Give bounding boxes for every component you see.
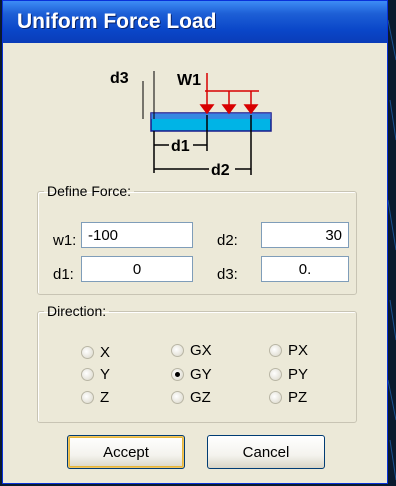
accept-button[interactable]: Accept [67, 435, 185, 469]
window-title: Uniform Force Load [17, 10, 217, 33]
radio-x-indicator [81, 345, 94, 359]
radio-y-label: Y [100, 365, 111, 383]
d3-label: d3: [217, 266, 238, 283]
d3-input[interactable] [261, 256, 349, 282]
radio-x[interactable]: X [81, 343, 110, 361]
radio-pz-indicator [269, 390, 282, 404]
radio-gx-indicator [171, 343, 184, 357]
radio-gx-label: GX [190, 341, 212, 359]
d1-input[interactable] [81, 256, 193, 282]
radio-y[interactable]: Y [81, 365, 110, 383]
cancel-button[interactable]: Cancel [207, 435, 325, 469]
w1-input[interactable] [81, 222, 193, 248]
radio-x-label: X [100, 343, 111, 361]
radio-py-label: PY [288, 365, 309, 383]
radio-px-indicator [269, 343, 282, 357]
radio-py-indicator [269, 367, 282, 381]
radio-px-label: PX [288, 341, 309, 359]
uniform-force-load-dialog: Uniform Force Load d3 W1 d1 d2 Define Fo… [2, 0, 388, 484]
radio-gz[interactable]: GZ [171, 388, 211, 406]
radio-gz-label: GZ [190, 388, 211, 406]
label-d1: d1 [171, 138, 190, 155]
define-force-legend: Define Force: [47, 183, 132, 199]
radio-gy-label: GY [190, 365, 212, 383]
direction-legend: Direction: [47, 303, 107, 319]
label-w1: W1 [177, 72, 201, 89]
radio-py[interactable]: PY [269, 365, 308, 383]
radio-z-indicator [81, 390, 94, 404]
radio-gz-indicator [171, 390, 184, 404]
radio-px[interactable]: PX [269, 341, 308, 359]
radio-gy-indicator [171, 367, 184, 381]
radio-y-indicator [81, 367, 94, 381]
radio-gy[interactable]: GY [171, 365, 212, 383]
d1-label: d1: [53, 266, 74, 283]
beam-hatch [151, 113, 271, 119]
label-d3: d3 [110, 70, 129, 87]
load-arrows [199, 73, 259, 115]
radio-pz-label: PZ [288, 388, 308, 406]
radio-gx[interactable]: GX [171, 341, 212, 359]
w1-label: w1: [53, 232, 77, 249]
radio-z-label: Z [100, 388, 110, 406]
title-bar[interactable]: Uniform Force Load [3, 1, 387, 43]
radio-pz[interactable]: PZ [269, 388, 307, 406]
d2-label: d2: [217, 232, 238, 249]
d2-input[interactable] [261, 222, 349, 248]
load-diagram: d3 W1 d1 d2 [110, 70, 272, 179]
radio-z[interactable]: Z [81, 388, 109, 406]
label-d2: d2 [211, 162, 230, 179]
